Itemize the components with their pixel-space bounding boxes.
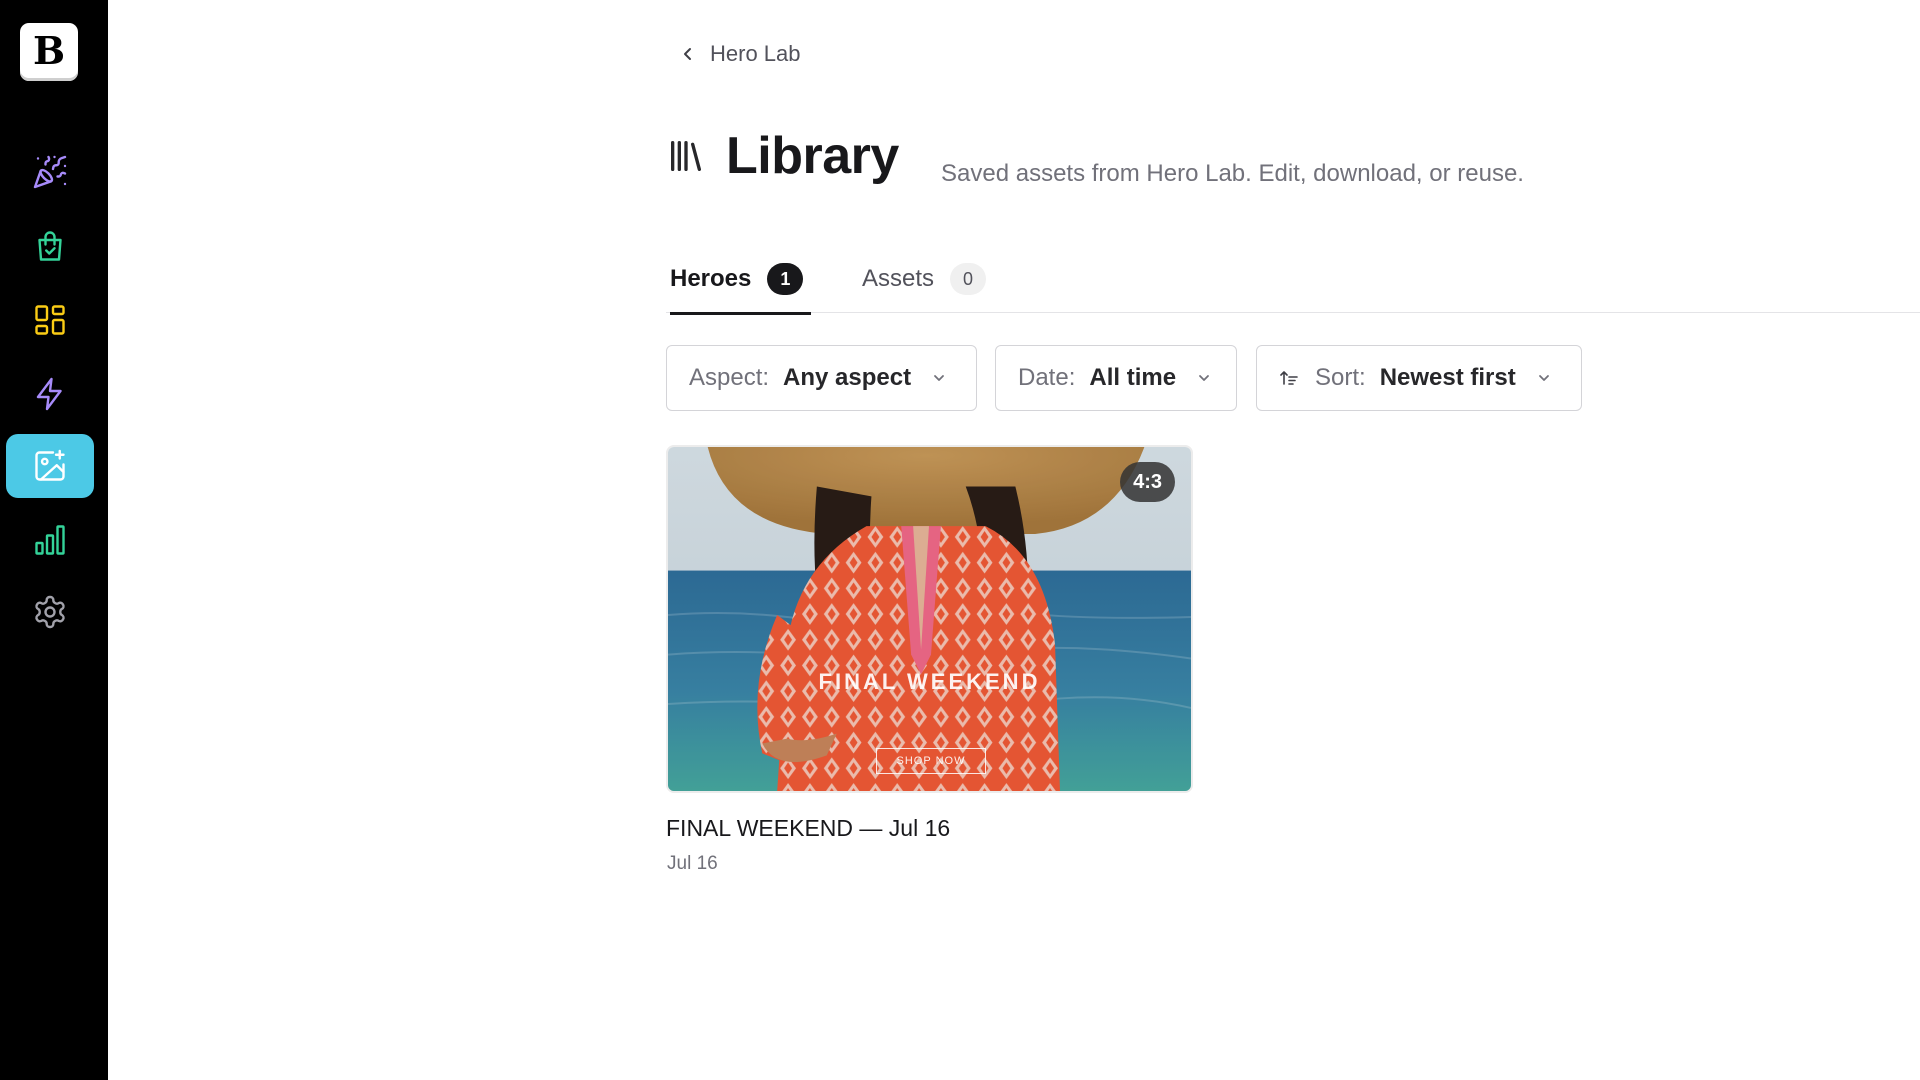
page-header: Library: [666, 122, 899, 190]
aspect-ratio-badge: 4:3: [1120, 462, 1175, 502]
card-title[interactable]: FINAL WEEKEND — Jul 16: [666, 815, 950, 842]
hero-thumbnail: [668, 447, 1191, 791]
filter-value: All time: [1089, 364, 1177, 391]
count-badge: 1: [767, 263, 804, 295]
chevron-down-icon: [1199, 375, 1209, 381]
dashboard-grid-icon: [35, 305, 65, 335]
tab-label: Assets: [862, 265, 935, 292]
shopping-bag-icon: [38, 231, 62, 261]
page-title: Library: [726, 127, 899, 185]
count-badge: 0: [950, 263, 987, 295]
chevron-left-icon: [684, 48, 691, 60]
hero-overlay-button: SHOP NOW: [876, 748, 986, 774]
sidebar-item-shop[interactable]: [6, 214, 94, 278]
sidebar-item-dashboard[interactable]: [6, 288, 94, 352]
logo-glyph: B: [32, 28, 66, 73]
active-tab-indicator: [670, 312, 811, 315]
page-subtitle: Saved assets from Hero Lab. Edit, downlo…: [941, 160, 1524, 187]
back-link[interactable]: Hero Lab: [680, 40, 801, 68]
tab-assets[interactable]: Assets 0: [862, 245, 987, 313]
hero-overlay-title: FINAL WEEKEND: [818, 669, 1041, 694]
chevron-down-icon: [1538, 375, 1549, 381]
lightning-icon: [36, 377, 62, 411]
filter-label: Sort:: [1315, 364, 1366, 391]
chevron-down-icon: [934, 375, 945, 381]
filter-label: Date:: [1018, 364, 1076, 391]
card-date: Jul 16: [667, 853, 718, 874]
sidebar-item-campaigns[interactable]: [6, 140, 94, 204]
date-filter-dropdown[interactable]: Date: All time: [995, 345, 1237, 411]
tab-heroes[interactable]: Heroes 1: [670, 245, 811, 315]
back-link-label: Hero Lab: [710, 41, 801, 66]
hero-card[interactable]: 4:3 FINAL WEEKEND SHOP NOW: [666, 445, 1193, 793]
party-popper-icon: [33, 155, 67, 189]
tab-bar: Heroes 1 Assets 0: [666, 245, 1920, 315]
image-sparkle-icon: [35, 449, 65, 481]
app-logo[interactable]: B: [20, 23, 78, 81]
filter-value: Any aspect: [783, 364, 912, 391]
library-icon: [671, 141, 701, 171]
bar-chart-icon: [35, 525, 65, 555]
sidebar-item-settings[interactable]: [6, 580, 94, 644]
filter-label: Aspect:: [689, 364, 770, 391]
sidebar-item-analytics[interactable]: [6, 508, 94, 572]
sidebar-item-automations[interactable]: [6, 362, 94, 426]
aspect-filter-dropdown[interactable]: Aspect: Any aspect: [666, 345, 977, 411]
tab-label: Heroes: [670, 265, 752, 292]
filter-value: Newest first: [1379, 364, 1516, 391]
gear-icon: [35, 595, 65, 629]
sort-icon: [1280, 371, 1298, 385]
sidebar: B: [0, 0, 108, 1080]
sidebar-item-hero-lab[interactable]: [6, 434, 94, 498]
sort-dropdown[interactable]: Sort: Newest first: [1256, 345, 1582, 411]
